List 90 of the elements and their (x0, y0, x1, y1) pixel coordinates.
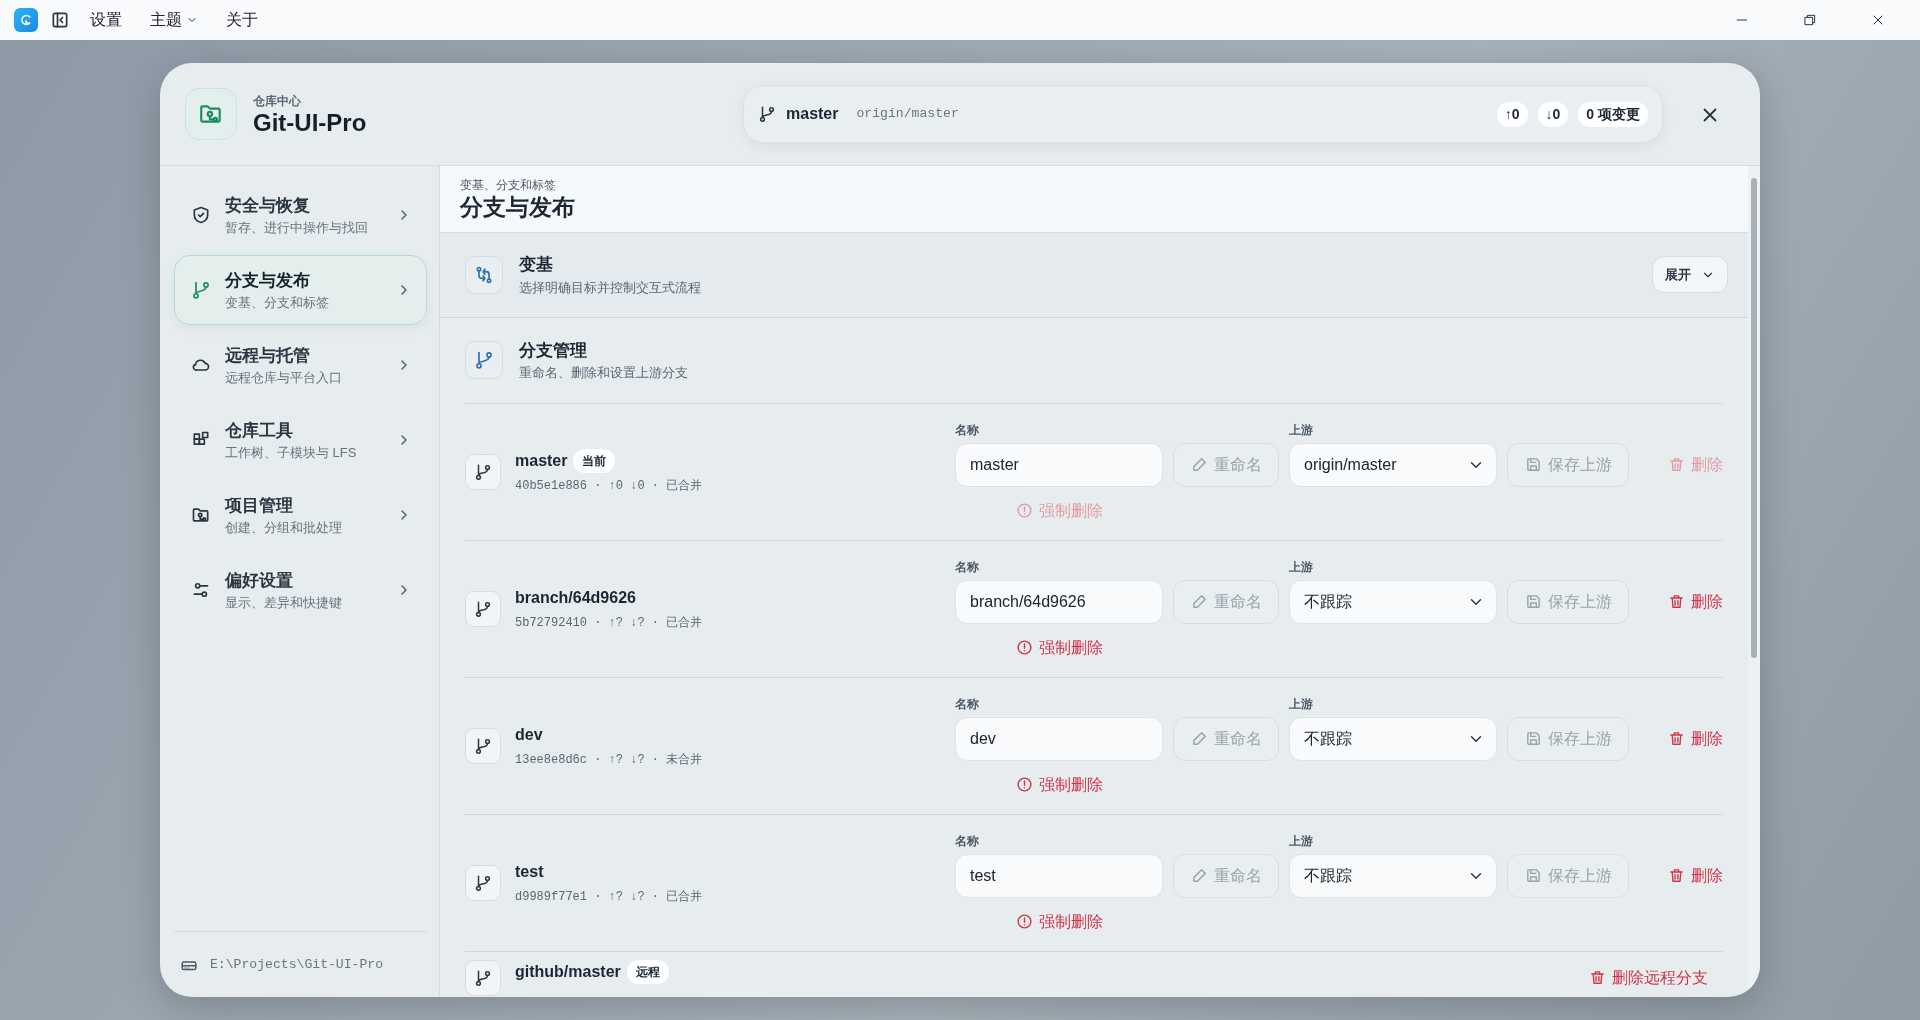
branch-icon (758, 105, 776, 123)
field-label: 上游 (1289, 695, 1314, 713)
trash-icon (1668, 456, 1685, 474)
field-label: 上游 (1289, 421, 1314, 439)
branch-tag: 当前 (573, 448, 616, 473)
branch-meta: 13ee8e8d6c · ↑? ↓? · 未合并 (515, 751, 703, 769)
branch-tag: 远程 (626, 959, 669, 984)
alert-icon (1015, 502, 1033, 520)
sidebar-item[interactable]: 安全与恢复 暂存、进行中操作与找回 (174, 180, 427, 250)
save-icon (1524, 456, 1542, 474)
app-logo (14, 8, 38, 32)
sidebar-item[interactable]: 分支与发布 变基、分支和标签 (174, 255, 427, 325)
branch-icon (465, 864, 501, 901)
pencil-icon (1190, 867, 1208, 885)
branch-meta: 40b5e1e886 · ↑0 ↓0 · 已合并 (515, 477, 703, 495)
field-label: 名称 (955, 558, 980, 576)
branch-icon (465, 341, 503, 380)
branch-icon (465, 453, 501, 490)
upstream-select[interactable]: 不跟踪 (1289, 579, 1497, 624)
branch-icon (191, 280, 211, 300)
trash-icon (1668, 593, 1685, 611)
alert-icon (1015, 639, 1033, 657)
sidebar-item[interactable]: 项目管理 创建、分组和批处理 (174, 480, 427, 550)
branch-name: master (515, 450, 568, 471)
trash-icon (1589, 969, 1606, 987)
sidebar-item[interactable]: 偏好设置 显示、差异和快捷键 (174, 555, 427, 625)
name-input[interactable]: dev (955, 716, 1163, 761)
menu-item[interactable]: 关于 (218, 6, 266, 34)
branch-icon (465, 727, 501, 764)
sidebar-item[interactable]: 仓库工具 工作树、子模块与 LFS (174, 405, 427, 475)
field-label: 上游 (1289, 832, 1314, 850)
sidebar-toggle-icon[interactable] (50, 10, 70, 30)
branch-name: master (786, 104, 839, 124)
ahead-count: ↑0 (1496, 101, 1528, 127)
field-label: 名称 (955, 421, 980, 439)
field-label: 名称 (955, 695, 980, 713)
field-label: 上游 (1289, 558, 1314, 576)
branch-name: github/master (515, 961, 621, 982)
sliders-icon (191, 580, 211, 600)
branch-meta: d9989f77e1 · ↑? ↓? · 已合并 (515, 888, 703, 906)
repo-path: E:\Projects\Git-UI-Pro (210, 955, 384, 974)
upstream-select[interactable]: 不跟踪 (1289, 716, 1497, 761)
menu-item[interactable]: 主题 (142, 6, 206, 34)
trash-icon (1668, 730, 1685, 748)
sidebar-item[interactable]: 远程与托管 远程仓库与平台入口 (174, 330, 427, 400)
dialog-subtitle: 仓库中心 (253, 92, 302, 110)
expand-button[interactable]: 展开 (1652, 255, 1728, 294)
folder-icon (191, 505, 211, 525)
repo-logo (185, 88, 237, 140)
pencil-icon (1190, 730, 1208, 748)
save-icon (1524, 593, 1542, 611)
shield-icon (191, 205, 211, 225)
branch-name: test (515, 861, 544, 882)
field-label: 名称 (955, 832, 980, 850)
force-delete-button[interactable]: 强制删除 (1015, 909, 1103, 934)
branch-icon (465, 590, 501, 627)
dialog-title: Git-UI-Pro (253, 109, 367, 137)
page-title: 分支与发布 (460, 194, 576, 222)
force-delete-button[interactable]: 强制删除 (1015, 772, 1103, 797)
upstream-select[interactable]: 不跟踪 (1289, 853, 1497, 898)
branch-name: dev (515, 724, 543, 745)
pencil-icon (1190, 456, 1208, 474)
changes-count: 0 项变更 (1578, 101, 1648, 127)
section-title: 变基 (519, 254, 554, 277)
pencil-icon (1190, 593, 1208, 611)
delete-button[interactable]: 删除远程分支 (1589, 965, 1708, 990)
alert-icon (1015, 776, 1033, 794)
branch-name: branch/64d9626 (515, 587, 636, 608)
delete-button[interactable]: 删除 (1668, 863, 1723, 888)
menu-item[interactable]: 设置 (82, 6, 130, 34)
name-input[interactable]: branch/64d9626 (955, 579, 1163, 624)
section-title: 分支管理 (519, 339, 588, 362)
trash-icon (1668, 867, 1685, 885)
upstream-select[interactable]: origin/master (1289, 442, 1497, 487)
delete-button[interactable]: 删除 (1668, 589, 1723, 614)
upstream-name: origin/master (856, 105, 959, 124)
behind-count: ↓0 (1537, 101, 1569, 127)
save-icon (1524, 730, 1542, 748)
alert-icon (1015, 913, 1033, 931)
branch-meta: 5b72792410 · ↑? ↓? · 已合并 (515, 614, 703, 632)
save-icon (1524, 867, 1542, 885)
section-description: 选择明确目标并控制交互式流程 (519, 278, 701, 297)
force-delete-button[interactable]: 强制删除 (1015, 635, 1103, 660)
rebase-icon (465, 255, 503, 294)
page-subtitle: 变基、分支和标签 (460, 177, 557, 194)
delete-button[interactable]: 删除 (1668, 726, 1723, 751)
name-input[interactable]: test (955, 853, 1163, 898)
section-description: 重命名、删除和设置上游分支 (519, 364, 688, 383)
name-input[interactable]: master (955, 442, 1163, 487)
restore-icon[interactable] (1802, 12, 1818, 28)
